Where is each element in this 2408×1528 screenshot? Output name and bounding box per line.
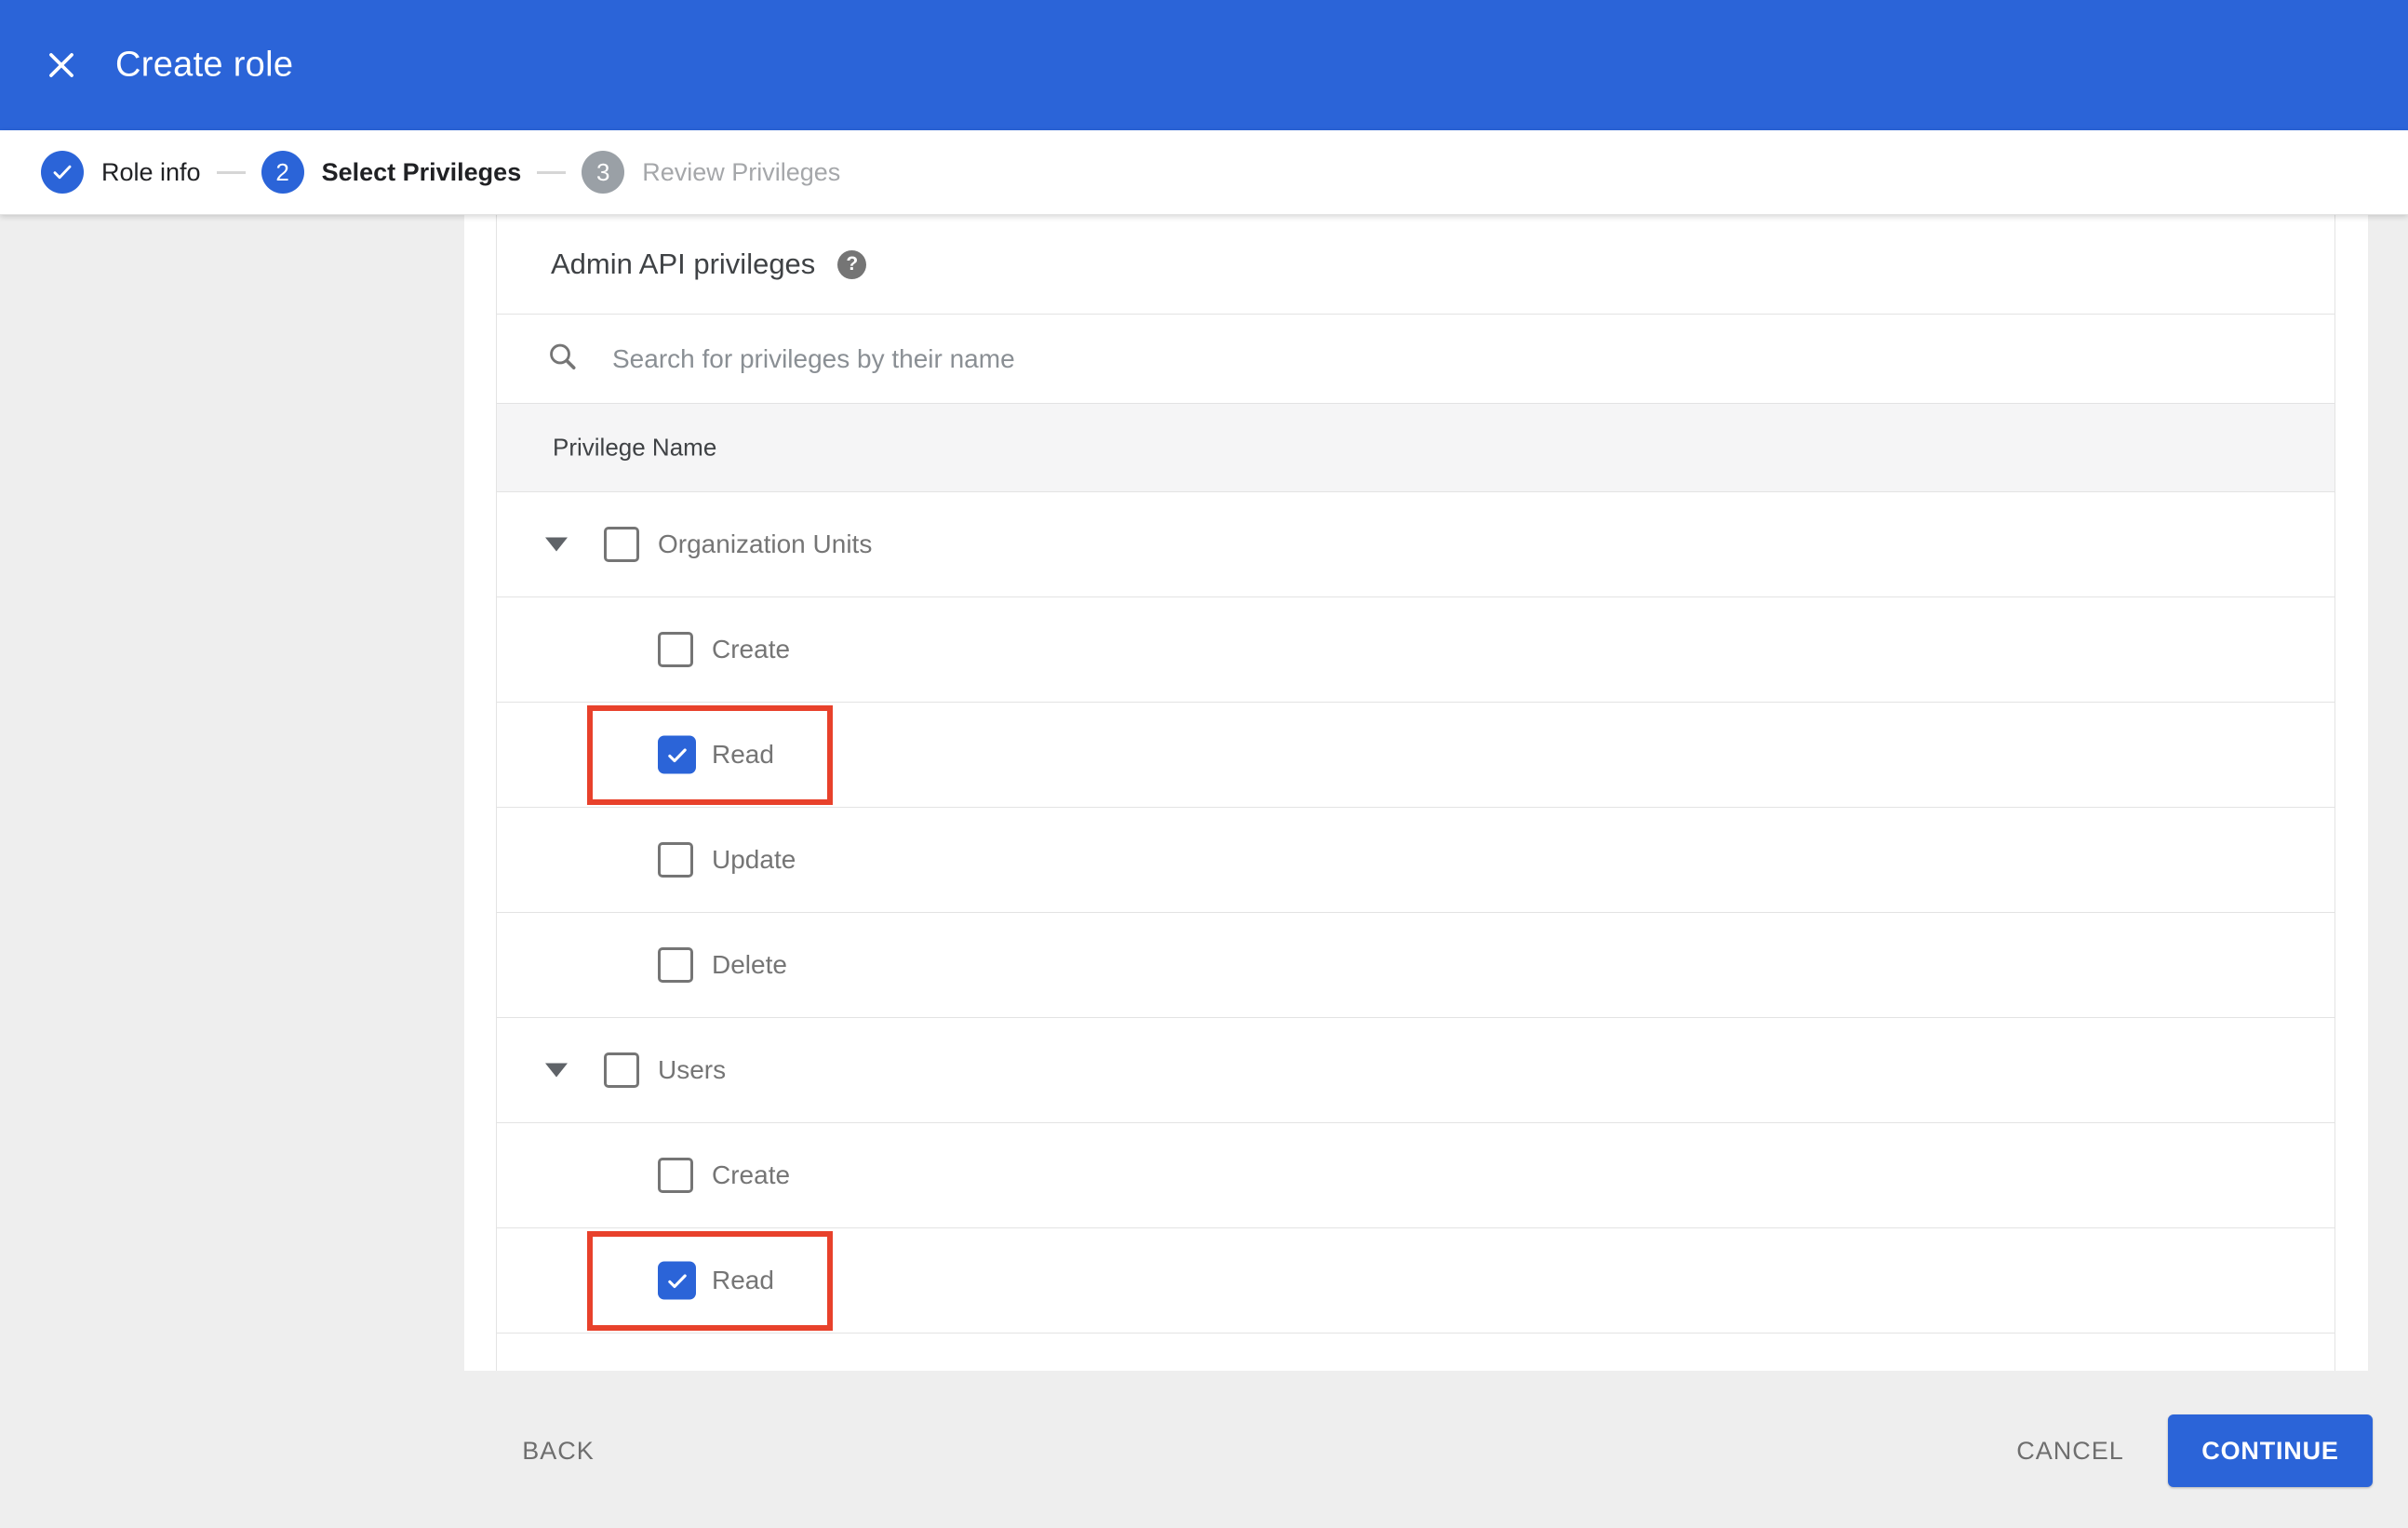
privilege-checkbox[interactable] bbox=[658, 632, 693, 667]
checkmark-icon bbox=[53, 165, 72, 180]
step-3-circle[interactable]: 3 bbox=[582, 151, 625, 194]
privilege-row: Delete bbox=[497, 913, 2334, 1018]
privilege-row: Create bbox=[497, 1123, 2334, 1228]
privilege-checkbox[interactable] bbox=[658, 947, 693, 983]
privilege-group-row: Organization Units bbox=[497, 492, 2334, 597]
triangle-down-icon[interactable] bbox=[545, 1063, 568, 1078]
step-1-circle[interactable] bbox=[41, 151, 84, 194]
step-divider-dash bbox=[537, 170, 567, 174]
step-2-label: Select Privileges bbox=[321, 157, 522, 186]
dialog-title: Create role bbox=[115, 45, 294, 85]
privileges-card: Admin API privileges ? Privilege Name bbox=[464, 215, 2368, 1371]
step-role-info[interactable]: Role info bbox=[41, 151, 201, 194]
annotation-red-box bbox=[587, 705, 833, 805]
group-label: Organization Units bbox=[658, 529, 873, 558]
step-review-privileges[interactable]: 3 Review Privileges bbox=[582, 151, 840, 194]
privilege-label: Read bbox=[712, 740, 774, 769]
privilege-row: Read bbox=[497, 703, 2334, 808]
privilege-row: Read bbox=[497, 1228, 2334, 1334]
privilege-label: Update bbox=[712, 845, 796, 874]
privilege-label: Read bbox=[712, 1266, 774, 1294]
checkmark-icon bbox=[667, 747, 687, 762]
privilege-checkbox[interactable] bbox=[658, 735, 696, 774]
step-2-circle[interactable]: 2 bbox=[261, 151, 304, 194]
search-input[interactable] bbox=[610, 315, 2006, 403]
privileges-panel: Admin API privileges ? Privilege Name bbox=[496, 215, 2335, 1371]
privilege-name-column-header: Privilege Name bbox=[553, 433, 717, 462]
triangle-down-icon[interactable] bbox=[545, 537, 568, 552]
privilege-label: Delete bbox=[712, 950, 787, 979]
help-question-icon[interactable]: ? bbox=[837, 249, 867, 279]
privilege-checkbox[interactable] bbox=[658, 842, 693, 878]
create-role-dialog: Create role Role info 2 Select Privilege… bbox=[0, 0, 2408, 1528]
panel-heading-row: Admin API privileges ? bbox=[497, 215, 2334, 315]
privilege-row: Create bbox=[497, 597, 2334, 703]
group-checkbox[interactable] bbox=[604, 527, 639, 562]
privilege-label: Create bbox=[712, 1160, 791, 1189]
privilege-checkbox[interactable] bbox=[658, 1158, 693, 1193]
annotation-red-box bbox=[587, 1231, 833, 1331]
main-area: Admin API privileges ? Privilege Name bbox=[0, 215, 2408, 1371]
privilege-row: Update bbox=[497, 808, 2334, 913]
step-3-label: Review Privileges bbox=[642, 157, 841, 186]
stepper-bar: Role info 2 Select Privileges 3 Review P… bbox=[0, 130, 2408, 215]
panel-heading-text: Admin API privileges bbox=[551, 248, 816, 280]
app-bar: Create role bbox=[0, 0, 2408, 130]
close-x-icon[interactable] bbox=[43, 47, 80, 84]
back-button[interactable]: BACK bbox=[502, 1414, 614, 1487]
step-divider-dash bbox=[216, 170, 246, 174]
privilege-table-body: Organization Units Create Read Update Delete… bbox=[497, 492, 2334, 1371]
privilege-search-row bbox=[497, 315, 2334, 404]
privilege-label: Create bbox=[712, 635, 791, 663]
magnifier-icon bbox=[546, 340, 580, 378]
cancel-button[interactable]: CANCEL bbox=[2010, 1414, 2131, 1487]
checkmark-icon bbox=[667, 1273, 687, 1288]
partial-row bbox=[497, 1334, 2334, 1371]
privilege-checkbox[interactable] bbox=[658, 1261, 696, 1300]
group-label: Users bbox=[658, 1055, 727, 1084]
privilege-table-header: Privilege Name bbox=[497, 404, 2334, 492]
group-checkbox[interactable] bbox=[604, 1052, 639, 1088]
footer-bar: BACK CANCEL CONTINUE bbox=[0, 1371, 2408, 1528]
continue-button[interactable]: CONTINUE bbox=[2168, 1414, 2373, 1487]
panel-heading: Admin API privileges ? bbox=[551, 248, 867, 281]
privilege-group-row: Users bbox=[497, 1018, 2334, 1123]
step-select-privileges[interactable]: 2 Select Privileges bbox=[261, 151, 522, 194]
step-1-label: Role info bbox=[101, 157, 201, 186]
